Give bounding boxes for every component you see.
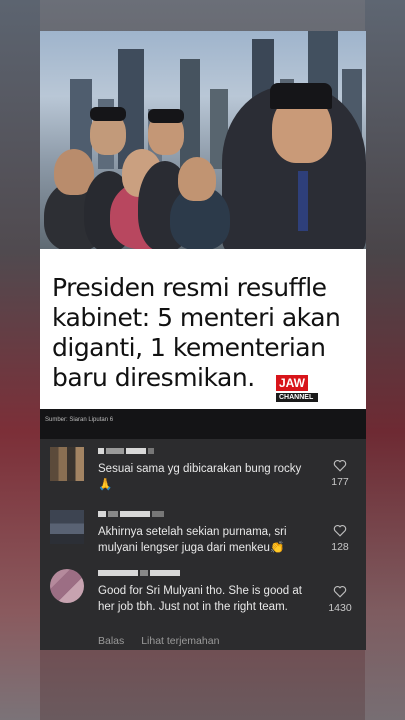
username-blurred[interactable] [98,569,180,577]
like-count: 177 [331,476,349,488]
reply-link[interactable]: Balas [98,635,124,647]
comment-actions: Balas Lihat terjemahan [98,635,233,647]
like-button[interactable]: 128 [328,524,352,553]
avatar[interactable] [50,447,84,481]
like-button[interactable]: 177 [328,459,352,488]
like-button[interactable]: 1430 [328,585,352,614]
like-count: 128 [331,541,349,553]
avatar[interactable] [50,569,84,603]
logo-top-text: JAW [276,375,309,391]
translate-link[interactable]: Lihat terjemahan [141,635,219,647]
username-blurred[interactable] [98,447,154,455]
username-blurred[interactable] [98,510,164,518]
heart-outline-icon [333,459,347,472]
comment-text: Akhirnya setelah sekian purnama, sri mul… [98,526,287,554]
comments-section: Sesuai sama yg dibicarakan bung rocky 🙏 … [40,439,366,650]
like-count: 1430 [328,602,352,614]
comment-text: Good for Sri Mulyani tho. She is good at… [98,585,302,613]
headline-panel: Presiden resmi resuffle kabinet: 5 mente… [40,249,366,409]
logo-bottom-text: CHANNEL [276,393,318,402]
blurred-background-right [365,0,405,720]
news-photo [40,31,366,249]
avatar[interactable] [50,510,84,544]
blurred-background-left [0,0,40,720]
heart-outline-icon [333,524,347,537]
source-strip: Sumber: Siaran Liputan 6 [40,409,366,439]
jaw-channel-logo: JAW CHANNEL [276,374,320,410]
heart-outline-icon [333,585,347,598]
comment-text: Sesuai sama yg dibicarakan bung rocky 🙏 [98,463,302,491]
source-caption: Sumber: Siaran Liputan 6 [45,417,114,423]
video-post-card[interactable]: Presiden resmi resuffle kabinet: 5 mente… [40,31,366,650]
